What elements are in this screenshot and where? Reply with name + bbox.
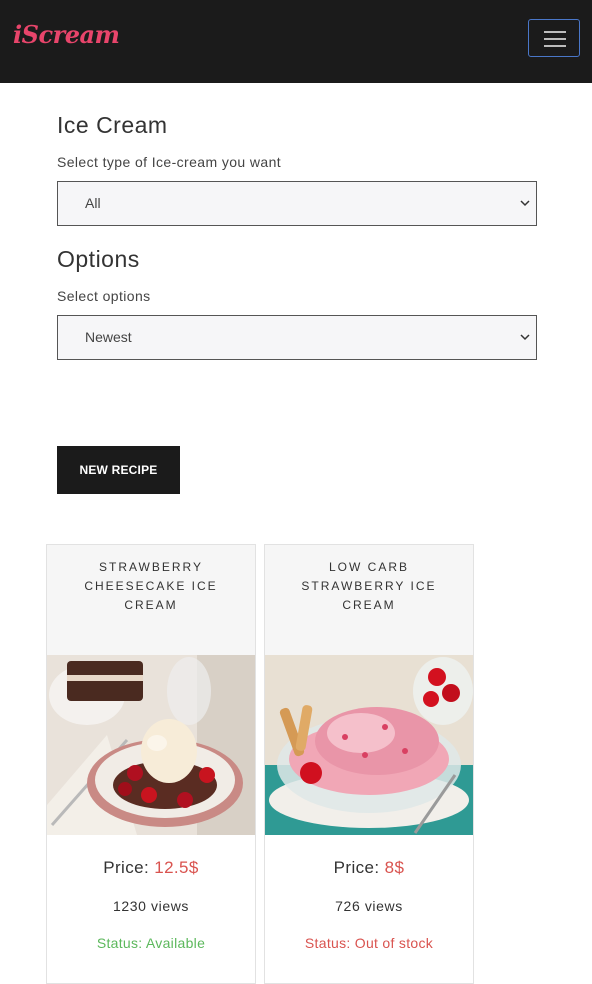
hamburger-menu-icon [544, 31, 566, 33]
price-label: Price: [103, 858, 150, 877]
price-label: Price: [333, 858, 380, 877]
card-header: LOW CARB STRAWBERRY ICE CREAM [265, 545, 473, 655]
icecream-select-label: Select type of Ice-cream you want [57, 154, 282, 170]
card-price: Price: 12.5$ [47, 858, 255, 878]
recipe-card[interactable]: LOW CARB STRAWBERRY ICE CREAM Price: 8$ … [264, 544, 474, 984]
options-selected-value: Newest [85, 329, 132, 345]
recipe-card[interactable]: STRAWBERRY CHEESECAKE ICE CREAM Price: 1… [46, 544, 256, 984]
navbar-toggle-button[interactable] [528, 19, 580, 57]
card-header: STRAWBERRY CHEESECAKE ICE CREAM [47, 545, 255, 655]
brand-logo[interactable]: iScream [13, 20, 120, 49]
icecream-type-selected-value: All [85, 195, 101, 211]
icecream-section-title: Ice Cream [57, 112, 168, 138]
card-status: Status: Out of stock [304, 935, 434, 951]
chevron-down-icon [520, 334, 530, 341]
options-select-label: Select options [57, 288, 151, 304]
options-section-title: Options [57, 246, 140, 272]
price-value: 12.5$ [154, 858, 199, 877]
card-price: Price: 8$ [265, 858, 473, 878]
new-recipe-button[interactable]: NEW RECIPE [57, 446, 180, 494]
navbar: iScream [0, 0, 592, 83]
card-title[interactable]: LOW CARB STRAWBERRY ICE CREAM [279, 558, 459, 615]
card-views: 726 views [335, 898, 403, 914]
card-views: 1230 views [112, 898, 190, 914]
price-value: 8$ [384, 858, 405, 877]
chevron-down-icon [520, 200, 530, 207]
options-select[interactable]: Newest [57, 315, 537, 360]
icecream-type-select[interactable]: All [57, 181, 537, 226]
card-status: Status: Available [96, 935, 206, 951]
strawberry-ice-cream-image [265, 655, 473, 835]
brownie-ice-cream-image [47, 655, 255, 835]
card-title[interactable]: STRAWBERRY CHEESECAKE ICE CREAM [61, 558, 241, 615]
